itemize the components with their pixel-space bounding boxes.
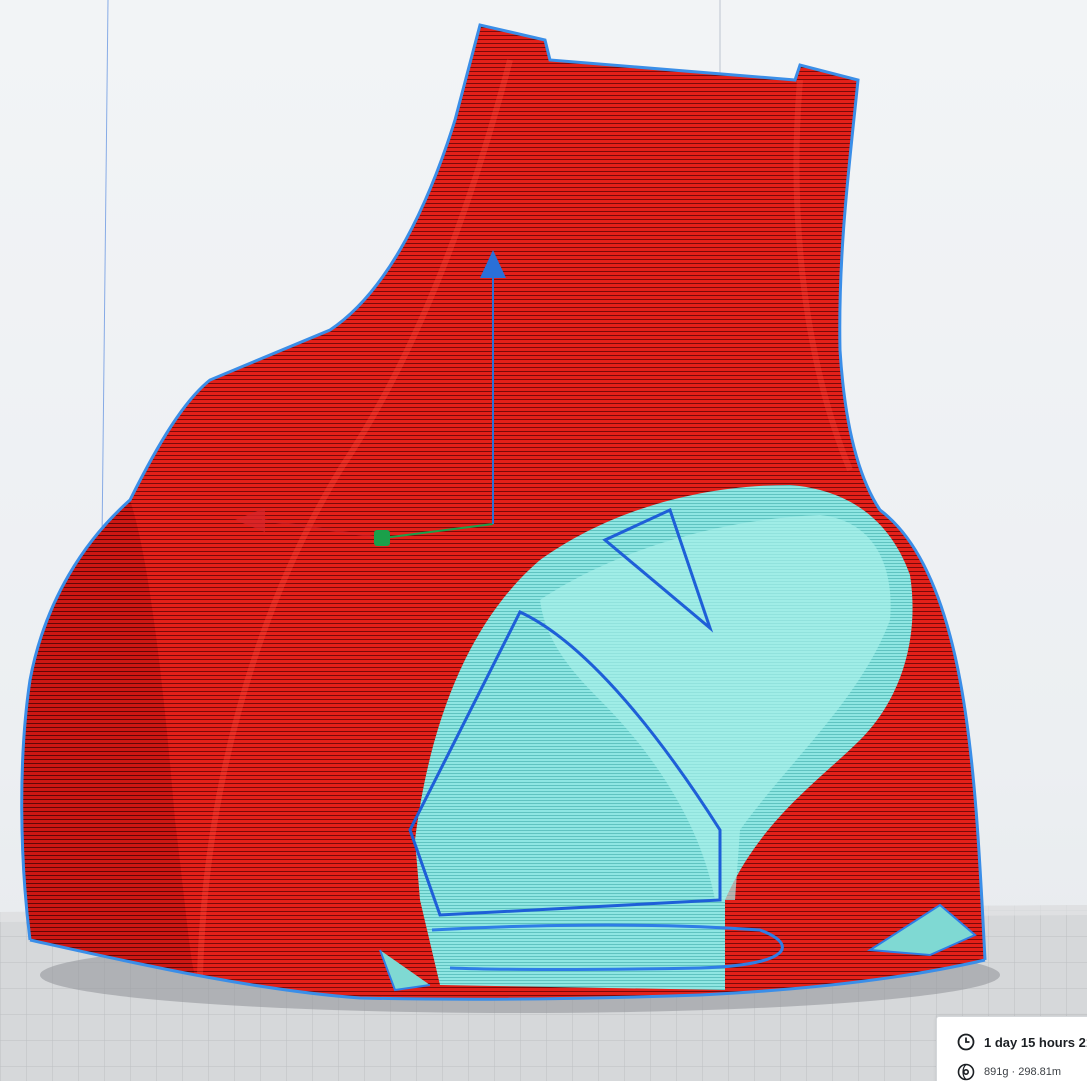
- material-usage-row: 891g · 298.81m: [957, 1063, 1061, 1081]
- gizmo-center-handle[interactable]: [374, 530, 390, 546]
- print-estimate-panel[interactable]: 1 day 15 hours 21 891g · 298.81m: [936, 1016, 1087, 1081]
- 3d-viewport[interactable]: 1 day 15 hours 21 891g · 298.81m: [0, 0, 1087, 1081]
- clock-icon: [957, 1033, 975, 1051]
- filament-spool-icon: [957, 1063, 975, 1081]
- material-usage-estimate: 891g · 298.81m: [984, 1066, 1062, 1078]
- build-scene[interactable]: [0, 0, 1087, 1081]
- print-time-estimate: 1 day 15 hours 21: [984, 1034, 1087, 1050]
- print-time-row: 1 day 15 hours 21: [957, 1033, 1087, 1051]
